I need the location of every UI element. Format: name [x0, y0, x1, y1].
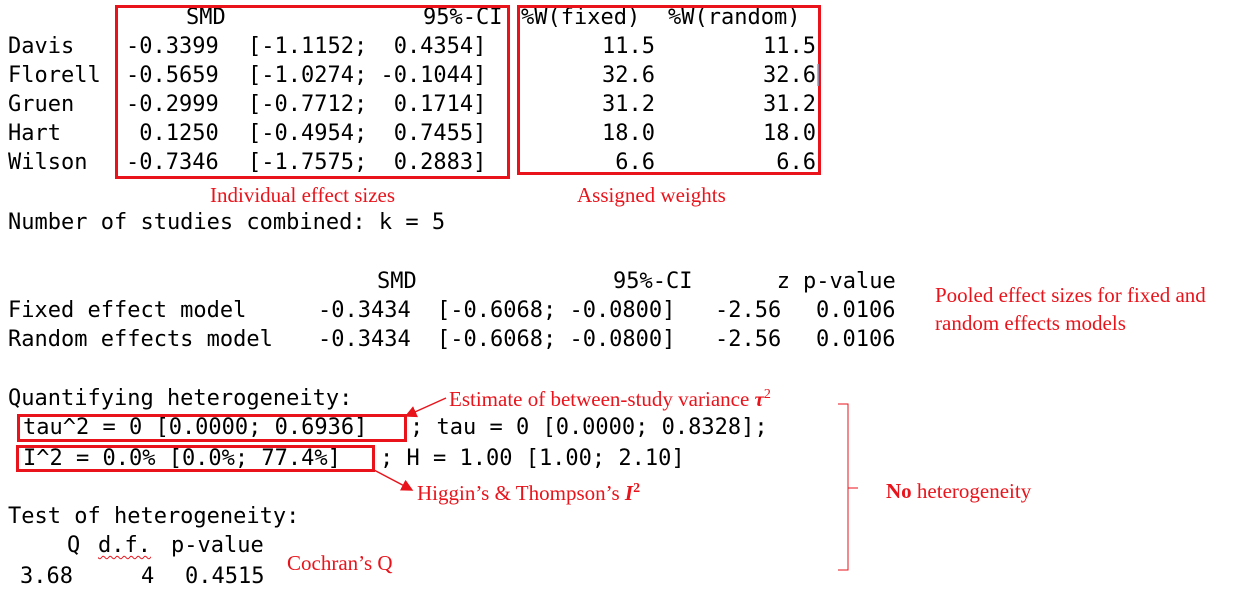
annotation-graphics [373, 64, 858, 571]
higgins-arrow [373, 469, 414, 491]
right-bracket [838, 403, 858, 571]
tau-arrow [404, 397, 447, 418]
